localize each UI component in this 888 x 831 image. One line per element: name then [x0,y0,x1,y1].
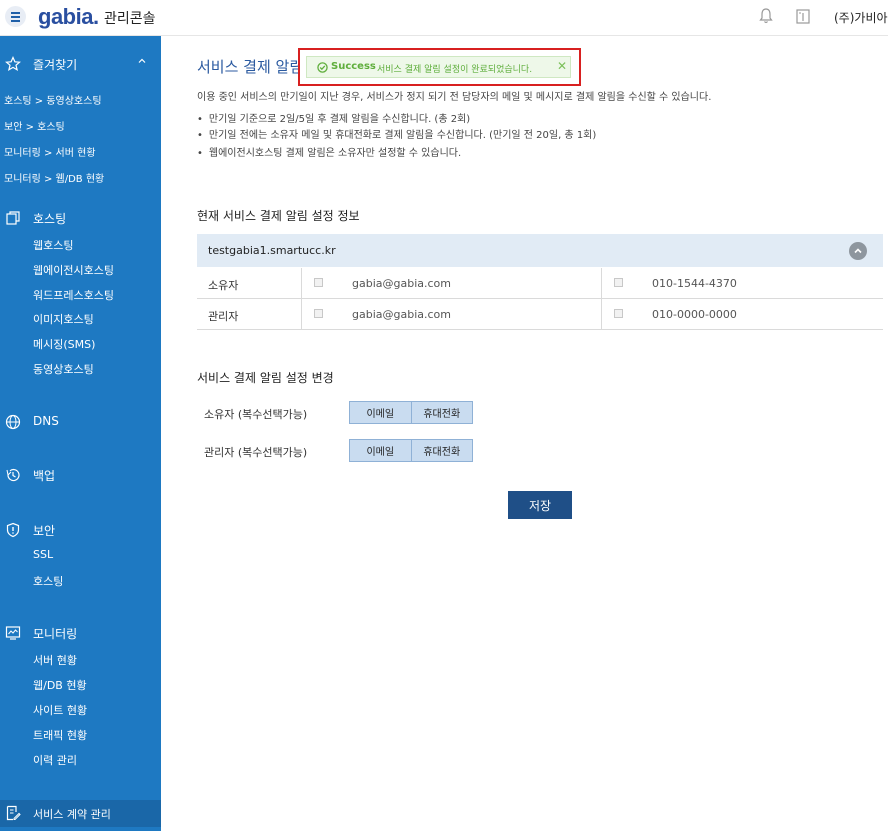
column-divider [301,268,302,330]
service-header: testgabia1.smartucc.kr [197,234,883,267]
row-role: 소유자 [208,279,239,292]
owner-option-label: 소유자 (복수선택가능) [204,408,308,421]
sidebar-security-label: 보안 [33,524,56,538]
row-phone: 010-0000-0000 [652,308,737,321]
sidebar-item-server-status[interactable]: 서버 현황 [33,652,77,668]
row-email: gabia@gabia.com [352,277,451,290]
sidebar-item-wordpress-hosting[interactable]: 워드프레스호스팅 [33,287,114,303]
sidebar-monitoring[interactable]: 모니터링 [0,621,161,645]
toast-message: 서비스 결제 알림 설정이 완료되었습니다. [377,65,533,75]
toast-title: Success [331,61,376,72]
menu-icon[interactable] [5,6,26,27]
collapse-button[interactable] [849,242,867,260]
owner-phone-toggle[interactable]: 휴대전화 [410,402,472,423]
phone-checkbox[interactable] [614,278,623,287]
favorite-item[interactable]: 모니터링 > 웹/DB 현황 [4,170,104,185]
sidebar-backup-label: 백업 [33,469,56,483]
sidebar-item-site-status[interactable]: 사이트 현황 [33,702,87,718]
service-name: testgabia1.smartucc.kr [208,244,336,257]
console-label: 관리콘솔 [104,11,156,27]
row-phone: 010-1544-4370 [652,277,737,290]
contract-icon [6,805,21,821]
sidebar-item-image-hosting[interactable]: 이미지호스팅 [33,311,94,327]
sidebar-item-video-hosting[interactable]: 동영상호스팅 [33,361,94,377]
sidebar-favorites[interactable]: 즐겨찾기 [0,52,161,76]
sidebar-hosting[interactable]: 호스팅 [0,206,161,230]
sidebar: 즐겨찾기 호스팅 > 동영상호스팅 보안 > 호스팅 모니터링 > 서버 현황 … [0,36,161,831]
info-bullet: 만기일 기준으로 2일/5일 후 결제 알림을 수신합니다. (총 2회) [197,110,470,125]
monitor-icon [5,626,21,640]
owner-toggle-group: 이메일 휴대전화 [349,401,473,424]
email-checkbox[interactable] [314,278,323,287]
row-email: gabia@gabia.com [352,308,451,321]
row-role: 관리자 [208,310,239,323]
admin-email-toggle[interactable]: 이메일 [350,440,411,461]
shield-icon [6,522,20,538]
sidebar-contract-label: 서비스 계약 관리 [33,808,111,821]
save-button[interactable]: 저장 [508,491,572,519]
document-icon[interactable] [796,9,810,24]
globe-icon [5,414,21,430]
owner-email-toggle[interactable]: 이메일 [350,402,411,423]
info-bullet: 만기일 전에는 소유자 메일 및 휴대전화로 결제 알림을 수신합니다. (만기… [197,126,596,141]
sidebar-item-security-hosting[interactable]: 호스팅 [33,573,63,589]
admin-option-label: 관리자 (복수선택가능) [204,446,308,459]
page-title: 서비스 결제 알림 [197,58,304,76]
phone-checkbox[interactable] [614,309,623,318]
star-icon [5,56,21,72]
favorite-item[interactable]: 보안 > 호스팅 [4,118,65,133]
sidebar-item-history[interactable]: 이력 관리 [33,752,77,768]
sidebar-item-ssl[interactable]: SSL [33,548,53,561]
sidebar-item-traffic-status[interactable]: 트래픽 현황 [33,727,87,743]
email-checkbox[interactable] [314,309,323,318]
company-name[interactable]: (주)가비아 [834,9,888,26]
sidebar-item-web-hosting[interactable]: 웹호스팅 [33,237,73,253]
sidebar-item-sms[interactable]: 메시징(SMS) [33,336,95,352]
top-bar: gabia. 관리콘솔 (주)가비아 [0,0,888,36]
table-row: 소유자 gabia@gabia.com 010-1544-4370 [197,268,883,299]
chevron-up-icon[interactable] [138,57,146,65]
history-icon [6,468,20,482]
hosting-icon [6,211,20,225]
sidebar-dns-label: DNS [33,414,59,428]
column-divider [601,268,602,330]
sidebar-hosting-label: 호스팅 [33,212,67,226]
sidebar-contract[interactable]: 서비스 계약 관리 [0,800,161,827]
current-settings-heading: 현재 서비스 결제 알림 설정 정보 [197,209,360,223]
sidebar-security[interactable]: 보안 [0,518,161,542]
change-settings-heading: 서비스 결제 알림 설정 변경 [197,371,334,385]
logo[interactable]: gabia. [38,4,99,30]
chevron-up-icon [854,248,862,254]
sidebar-backup[interactable]: 백업 [0,463,161,487]
bell-icon[interactable] [759,8,773,24]
page-description: 이용 중인 서비스의 만기일이 지난 경우, 서비스가 정지 되기 전 담당자의… [197,92,712,103]
info-bullet: 웹에이전시호스팅 결제 알림은 소유자만 설정할 수 있습니다. [197,144,461,159]
check-circle-icon [317,62,328,73]
admin-phone-toggle[interactable]: 휴대전화 [410,440,472,461]
sidebar-favorites-label: 즐겨찾기 [33,58,78,72]
favorite-item[interactable]: 호스팅 > 동영상호스팅 [4,92,102,107]
sidebar-dns[interactable]: DNS [0,410,161,434]
admin-toggle-group: 이메일 휴대전화 [349,439,473,462]
sidebar-monitoring-label: 모니터링 [33,627,78,641]
favorite-item[interactable]: 모니터링 > 서버 현황 [4,144,96,159]
toast-body: Success 서비스 결제 알림 설정이 완료되었습니다. ✕ [306,56,571,78]
success-toast: Success 서비스 결제 알림 설정이 완료되었습니다. ✕ [298,48,581,86]
sidebar-item-agency-hosting[interactable]: 웹에이전시호스팅 [33,262,114,278]
close-icon[interactable]: ✕ [557,59,567,73]
sidebar-item-webdb-status[interactable]: 웹/DB 현황 [33,677,87,693]
table-row: 관리자 gabia@gabia.com 010-0000-0000 [197,299,883,330]
